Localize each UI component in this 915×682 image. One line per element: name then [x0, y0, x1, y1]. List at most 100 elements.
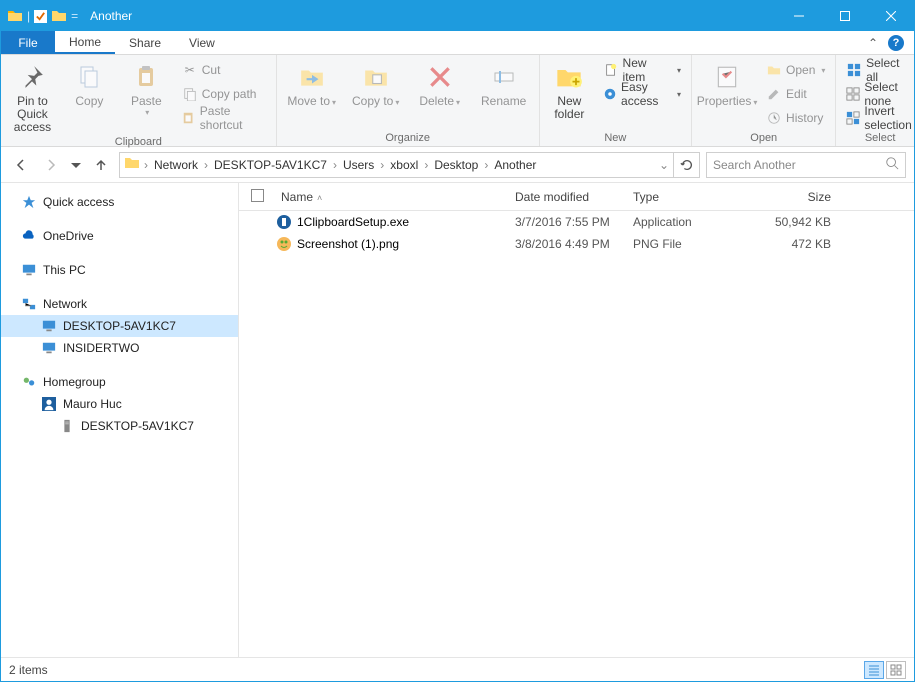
nav-network-insidertwo[interactable]: INSIDERTWO [1, 337, 238, 359]
breadcrumb-xboxl[interactable]: xboxl [388, 158, 420, 172]
new-item-icon [603, 62, 619, 78]
file-tab[interactable]: File [1, 31, 55, 54]
history-button[interactable]: History [762, 107, 829, 129]
paste-icon [130, 61, 162, 93]
open-button[interactable]: Open▾ [762, 59, 829, 81]
chevron-down-icon: ▾ [145, 108, 149, 117]
move-to-button[interactable]: Move to▾ [283, 57, 341, 109]
status-item-count: 2 items [9, 663, 48, 677]
edit-button[interactable]: Edit [762, 83, 829, 105]
easy-access-button[interactable]: Easy access▾ [599, 83, 685, 105]
search-icon [885, 156, 899, 173]
nav-forward-button[interactable] [39, 153, 63, 177]
group-label-open: Open [698, 130, 829, 146]
computer-icon [41, 318, 57, 334]
select-all-button[interactable]: Select all [842, 59, 915, 81]
copy-path-button[interactable]: Copy path [178, 83, 270, 105]
nav-recent-button[interactable] [69, 153, 83, 177]
refresh-button[interactable] [674, 152, 700, 178]
computer-icon [41, 340, 57, 356]
paste-button[interactable]: Paste ▾ [121, 57, 172, 117]
select-all-icon [846, 62, 862, 78]
group-label-new: New [546, 130, 685, 146]
ribbon-collapse-icon[interactable]: ⌃ [868, 36, 878, 50]
address-folder-icon [124, 155, 140, 174]
copy-icon [73, 61, 105, 93]
help-icon[interactable]: ? [888, 35, 904, 51]
copy-to-button[interactable]: Copy to▾ [347, 57, 405, 109]
maximize-button[interactable] [822, 1, 868, 31]
properties-button[interactable]: Properties▾ [698, 57, 756, 109]
minimize-button[interactable] [776, 1, 822, 31]
file-row[interactable]: 1ClipboardSetup.exe 3/7/2016 7:55 PM App… [239, 211, 914, 233]
address-bar[interactable]: › Network› DESKTOP-5AV1KC7› Users› xboxl… [119, 152, 674, 178]
cut-icon: ✂ [182, 62, 198, 78]
star-icon [21, 194, 37, 210]
invert-selection-icon [846, 110, 860, 126]
qat-divider: | [27, 9, 30, 23]
copy-button[interactable]: Copy [64, 57, 115, 108]
column-date[interactable]: Date modified [515, 190, 633, 204]
network-icon [21, 296, 37, 312]
home-tab[interactable]: Home [55, 31, 115, 54]
tower-icon [59, 418, 75, 434]
qat-dropdown-icon[interactable]: = [71, 9, 78, 23]
window-title: Another [90, 9, 132, 23]
nav-hg-mauro[interactable]: Mauro Huc [1, 393, 238, 415]
navigation-pane[interactable]: Quick access OneDrive This PC Network DE… [1, 183, 239, 657]
nav-quick-access[interactable]: Quick access [1, 191, 238, 213]
delete-icon [424, 61, 456, 93]
breadcrumb-desktop5av[interactable]: DESKTOP-5AV1KC7 [212, 158, 329, 172]
view-details-button[interactable] [864, 661, 884, 679]
new-folder-icon [553, 61, 585, 93]
rename-button[interactable]: Rename [475, 57, 533, 108]
view-tab[interactable]: View [175, 31, 229, 54]
qat-checkbox-icon[interactable] [34, 10, 47, 23]
view-large-icons-button[interactable] [886, 661, 906, 679]
nav-homegroup[interactable]: Homegroup [1, 371, 238, 393]
open-icon [766, 62, 782, 78]
qat-folder-icon[interactable] [51, 8, 67, 24]
select-all-checkbox[interactable] [251, 189, 264, 202]
new-item-button[interactable]: New item▾ [599, 59, 685, 81]
breadcrumb-another[interactable]: Another [492, 158, 538, 172]
breadcrumb-users[interactable]: Users [341, 158, 376, 172]
copy-to-icon [360, 61, 392, 93]
nav-onedrive[interactable]: OneDrive [1, 225, 238, 247]
nav-hg-desktop5av[interactable]: DESKTOP-5AV1KC7 [1, 415, 238, 437]
breadcrumb-sep[interactable]: › [142, 158, 150, 172]
group-label-select: Select [842, 130, 915, 146]
homegroup-icon [21, 374, 37, 390]
column-type[interactable]: Type [633, 190, 751, 204]
address-dropdown-icon[interactable]: ⌄ [659, 158, 669, 172]
pin-quick-access-button[interactable]: Pin to Quick access [7, 57, 58, 134]
paste-shortcut-button[interactable]: Paste shortcut [178, 107, 270, 129]
search-input[interactable]: Search Another [706, 152, 906, 178]
nav-up-button[interactable] [89, 153, 113, 177]
rename-icon [488, 61, 520, 93]
new-folder-button[interactable]: New folder [546, 57, 593, 121]
column-name[interactable]: Name˄ [275, 190, 515, 204]
nav-this-pc[interactable]: This PC [1, 259, 238, 281]
close-button[interactable] [868, 1, 914, 31]
cut-button[interactable]: ✂Cut [178, 59, 270, 81]
nav-back-button[interactable] [9, 153, 33, 177]
png-icon [275, 236, 293, 252]
breadcrumb-network[interactable]: Network [152, 158, 200, 172]
paste-shortcut-icon [182, 110, 196, 126]
monitor-icon [21, 262, 37, 278]
properties-icon [711, 61, 743, 93]
delete-button[interactable]: Delete▾ [411, 57, 469, 109]
pin-icon [16, 61, 48, 93]
invert-selection-button[interactable]: Invert selection [842, 107, 915, 129]
user-icon [41, 396, 57, 412]
column-size[interactable]: Size [751, 190, 841, 204]
breadcrumb-desktop[interactable]: Desktop [432, 158, 480, 172]
group-label-organize: Organize [283, 130, 533, 146]
nav-network-desktop5av[interactable]: DESKTOP-5AV1KC7 [1, 315, 238, 337]
file-row[interactable]: Screenshot (1).png 3/8/2016 4:49 PM PNG … [239, 233, 914, 255]
nav-network[interactable]: Network [1, 293, 238, 315]
select-none-icon [846, 86, 860, 102]
select-none-button[interactable]: Select none [842, 83, 915, 105]
share-tab[interactable]: Share [115, 31, 175, 54]
